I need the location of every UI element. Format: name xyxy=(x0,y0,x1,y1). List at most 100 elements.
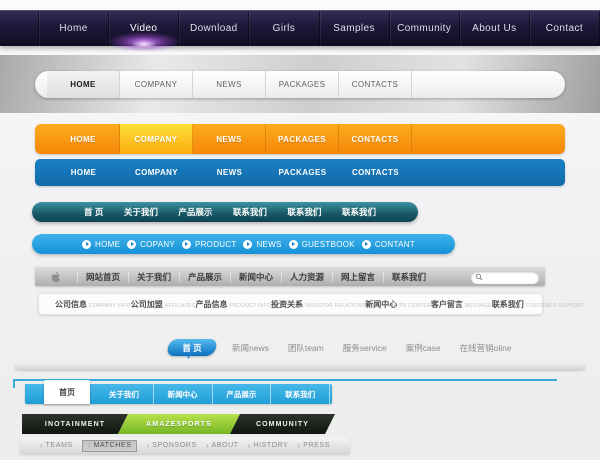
dual-zh-label: 投资关系 xyxy=(271,299,303,310)
blue-tab-company[interactable]: COMPANY xyxy=(120,159,193,186)
teal-item-contact1[interactable]: 联系我们 xyxy=(233,206,267,218)
teal-item-products[interactable]: 产品展示 xyxy=(178,206,212,218)
dual-item-support[interactable]: 联系我们 CUSTOMER SUPPORT xyxy=(492,299,585,310)
pill-item-contant[interactable]: CONTANT xyxy=(362,240,415,249)
chevron-bullet-icon: › xyxy=(40,442,43,450)
dropdown-arrow-icon: ▼ xyxy=(186,355,191,361)
dual-item-message[interactable]: 客户留言 MESSAGE xyxy=(431,299,492,310)
sub-item-label: TEAMS xyxy=(46,442,73,449)
sub-item-about[interactable]: › ABOUT xyxy=(206,442,239,450)
glow-highlight xyxy=(107,32,181,52)
sub-item-label: MATCHES xyxy=(94,442,132,449)
sky-tab-contact[interactable]: 联系我们 xyxy=(271,384,330,404)
blue-tab-contacts[interactable]: CONTACTS xyxy=(339,159,412,186)
link-online[interactable]: 在线营销oline xyxy=(460,342,512,354)
sub-item-matches[interactable]: › MATCHES xyxy=(82,440,138,452)
teal-item-contact3[interactable]: 联系我们 xyxy=(342,206,376,218)
arrow-right-icon xyxy=(86,242,89,246)
arrow-right-icon xyxy=(185,242,188,246)
arrow-right-icon xyxy=(247,242,250,246)
pill-item-news[interactable]: NEWS xyxy=(243,240,281,249)
sub-item-sponsors[interactable]: › SPONSORS xyxy=(147,442,197,450)
dual-zh-label: 联系我们 xyxy=(492,299,524,310)
orange-tab-packages[interactable]: PACKAGES xyxy=(266,124,339,154)
sports-sub-nav: › TEAMS › MATCHES › SPONSORS › ABOUT › H… xyxy=(20,437,350,454)
arrow-right-icon xyxy=(131,242,134,246)
dual-item-companyinfo[interactable]: 公司信息 COMPANY INFO xyxy=(55,299,131,310)
nav-item-home[interactable]: Home xyxy=(38,11,108,46)
orange-tab-contacts[interactable]: CONTACTS xyxy=(339,124,412,154)
sky-tab-news[interactable]: 新闻中心 xyxy=(154,384,213,404)
sub-item-label: ABOUT xyxy=(211,442,238,449)
dual-en-label: AFFILIATES xyxy=(165,303,196,309)
orange-tab-company[interactable]: COMPANY xyxy=(120,124,193,154)
dual-en-label: MESSAGE xyxy=(465,303,492,309)
sub-item-history[interactable]: › HISTORY xyxy=(248,442,289,450)
link-case[interactable]: 案例case xyxy=(406,342,441,354)
nav-item-community[interactable]: Community xyxy=(389,11,459,46)
nav-item-girls[interactable]: Girls xyxy=(248,11,318,46)
nav-item-contact[interactable]: Contact xyxy=(529,11,600,46)
pill-item-home[interactable]: HOME xyxy=(82,240,120,249)
teal-item-about[interactable]: 关于我们 xyxy=(124,206,158,218)
sub-item-press[interactable]: › PRESS xyxy=(298,442,330,450)
home-button[interactable]: 首 页 xyxy=(168,339,216,356)
nav-item-aboutus[interactable]: About Us xyxy=(459,11,529,46)
orange-tab-home[interactable]: HOME xyxy=(47,124,120,154)
teal-item-contact2[interactable]: 联系我们 xyxy=(287,206,321,218)
gray-item-hr[interactable]: 人力资源 xyxy=(281,271,332,283)
pill-item-label: PRODUCT xyxy=(195,240,237,249)
blue-tab-home[interactable]: HOME xyxy=(47,159,120,186)
dual-item-prcenter[interactable]: 新闻中心 PR CENTER xyxy=(365,299,431,310)
dual-lang-nav: 公司信息 COMPANY INFO 公司加盟 AFFILIATES 产品信息 P… xyxy=(38,293,543,315)
dual-en-label: INVESTOR RELATIONS xyxy=(305,303,365,309)
sports-tab-community[interactable]: COMMUNITY xyxy=(230,414,335,434)
nav-item-video[interactable]: Video xyxy=(108,11,178,46)
white-tab-bar: HOME COMPANY NEWS PACKAGES CONTACTS xyxy=(35,71,565,98)
teal-item-home[interactable]: 首 页 xyxy=(84,206,103,218)
sub-item-teams[interactable]: › TEAMS xyxy=(40,442,73,450)
pill-item-copany[interactable]: COPANY xyxy=(127,240,175,249)
gray-item-news[interactable]: 新闻中心 xyxy=(230,271,281,283)
search-box[interactable] xyxy=(471,271,539,284)
dual-item-investor[interactable]: 投资关系 INVESTOR RELATIONS xyxy=(271,299,365,310)
arrow-right-icon xyxy=(365,242,368,246)
tab-contacts[interactable]: CONTACTS xyxy=(339,71,412,98)
sky-tab-items: 关于我们 新闻中心 产品展示 联系我们 xyxy=(95,384,330,404)
sports-tab-amazesports[interactable]: AMAZESPORTS xyxy=(118,414,240,434)
tab-company[interactable]: COMPANY xyxy=(120,71,193,98)
link-news[interactable]: 新闻news xyxy=(232,342,269,354)
pill-item-guestbook[interactable]: GUESTBOOK xyxy=(289,240,355,249)
dual-en-label: PRODUCT INFO xyxy=(229,303,271,309)
gray-item-guestbook[interactable]: 网上留言 xyxy=(332,271,383,283)
nav-item-download[interactable]: Download xyxy=(178,11,248,46)
sky-tab-about[interactable]: 关于我们 xyxy=(95,384,154,404)
sky-tab-home-active[interactable]: 首页 xyxy=(44,380,90,404)
dual-zh-label: 公司信息 xyxy=(55,299,87,310)
sub-item-label: PRESS xyxy=(303,442,330,449)
tab-news[interactable]: NEWS xyxy=(193,71,266,98)
sports-tab-inotainment[interactable]: INOTAINMENT xyxy=(22,414,128,434)
gray-item-contact[interactable]: 联系我们 xyxy=(383,271,434,283)
gray-item-products[interactable]: 产品展示 xyxy=(179,271,230,283)
tab-home[interactable]: HOME xyxy=(47,71,120,98)
pill-item-product[interactable]: PRODUCT xyxy=(182,240,237,249)
search-input[interactable] xyxy=(485,272,535,283)
gray-item-home[interactable]: 网站首页 xyxy=(77,271,128,283)
orange-tab-news[interactable]: NEWS xyxy=(193,124,266,154)
tab-packages[interactable]: PACKAGES xyxy=(266,71,339,98)
blue-tab-news[interactable]: NEWS xyxy=(193,159,266,186)
nav-item-samples[interactable]: Samples xyxy=(319,11,389,46)
link-team[interactable]: 团队team xyxy=(288,342,324,354)
gray-item-about[interactable]: 关于我们 xyxy=(128,271,179,283)
purple-nav-bar: Home Video Download Girls Samples Commun… xyxy=(0,10,600,46)
link-service[interactable]: 服务service xyxy=(343,342,387,354)
blue-tab-packages[interactable]: PACKAGES xyxy=(266,159,339,186)
dual-item-affiliates[interactable]: 公司加盟 AFFILIATES xyxy=(131,299,196,310)
chevron-bullet-icon: › xyxy=(206,442,209,450)
sub-item-label: HISTORY xyxy=(253,442,288,449)
sky-tab-products[interactable]: 产品展示 xyxy=(213,384,272,404)
dual-item-productinfo[interactable]: 产品信息 PRODUCT INFO xyxy=(195,299,271,310)
chevron-bullet-icon: › xyxy=(147,442,150,450)
pill-item-label: HOME xyxy=(95,240,120,249)
